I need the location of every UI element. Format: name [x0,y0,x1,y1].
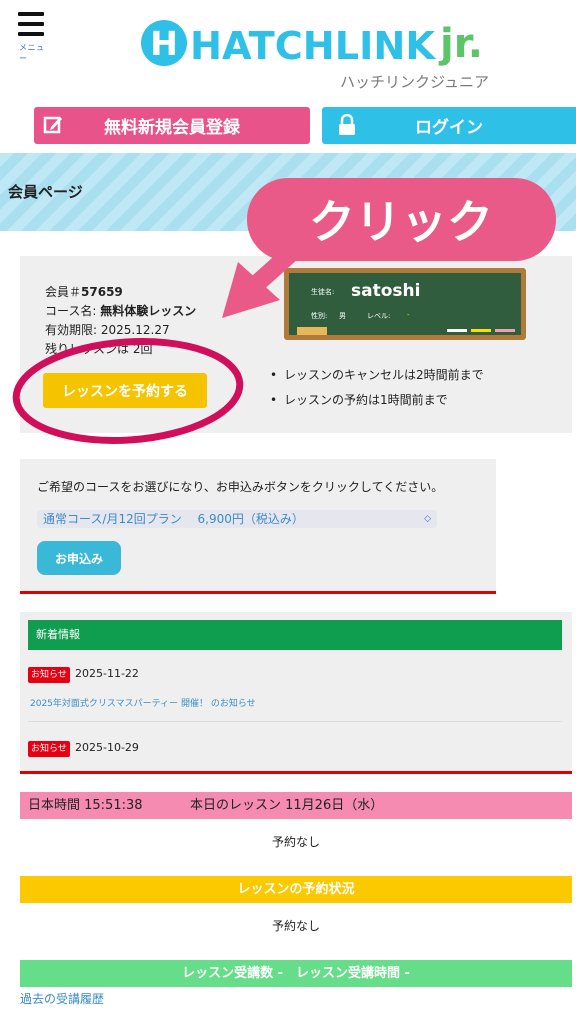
hatchlink-logo[interactable]: H HATCHLINK jr. ハッチリンクジュニア [140,10,520,96]
free-register-button[interactable]: 無料新規会員登録 [34,107,310,144]
course-name-value: 無料体験レッスン [100,304,197,318]
chevron-updown-icon: ◇ [424,514,431,524]
course-name-row: コース名: 無料体験レッスン [45,302,196,319]
level-label: レベル: [367,312,391,320]
remaining-label: 残りレッスンは [45,342,130,356]
login-label: ログイン [415,118,483,138]
gender-value: 男 [339,312,346,320]
news-date: 2025-11-22 [75,667,139,680]
time-bar: 日本時間 15:51:38 本日のレッスン 11月26日（水） [20,792,572,819]
page-title: 会員ページ [8,183,83,201]
chalk-white [447,329,467,332]
member-id-row: 会員＃57659 [45,283,123,300]
menu-label: メニュー [19,43,45,63]
hamburger-bar [18,22,44,26]
lock-icon [339,114,355,135]
expiry-label: 有効期限: [45,323,98,337]
rule-cancel: レッスンのキャンセルは2時間前まで [270,366,484,383]
news-badge: お知らせ [28,741,70,757]
level-value: - [407,311,410,319]
expiry-value: 2025.12.27 [100,323,170,337]
member-id-value: 57659 [81,285,123,299]
login-button[interactable]: ログイン [322,107,576,144]
logo-suffix: jr. [438,21,483,67]
chalk-pink [495,329,515,332]
student-name-label: 生徒名: [311,288,335,296]
course-selected-value: 通常コース/月12回プラン 6,900円（税込み） [43,512,304,526]
reservation-status-heading: レッスンの予約状況 [20,876,572,903]
header: メニュー H HATCHLINK jr. ハッチリンクジュニア [0,0,576,100]
course-select-dropdown[interactable]: 通常コース/月12回プラン 6,900円（税込み） ◇ [37,510,437,528]
remaining-value: 2回 [132,342,153,356]
course-description: ご希望のコースをお選びになり、お申込みボタンをクリックしてください。 [37,480,444,494]
lesson-rules-list: レッスンのキャンセルは2時間前まで レッスンの予約は1時間前まで [270,366,484,416]
board-eraser [297,327,327,335]
today-lesson-none: 予約なし [271,835,320,849]
news-date: 2025-10-29 [75,741,139,754]
edit-icon [43,116,62,134]
rule-reserve: レッスンの予約は1時間前まで [270,391,484,408]
logo-kana: ハッチリンクジュニア [340,73,489,91]
course-name-label: コース名: [45,304,97,318]
logo-text: HATCHLINK [190,24,437,68]
apply-button[interactable]: お申込み [37,541,121,575]
hamburger-bar [18,32,44,36]
expiry-row: 有効期限: 2025.12.27 [45,321,170,338]
member-id-label: 会員＃ [45,285,82,299]
lesson-count-heading: レッスン受講数 - レッスン受講時間 - [20,960,572,987]
hamburger-menu-button[interactable]: メニュー [18,12,52,63]
reserve-lesson-button[interactable]: レッスンを予約する [43,373,207,408]
today-lesson-label: 本日のレッスン 11月26日（水） [190,798,384,813]
chalk-yellow [471,329,491,332]
news-divider [28,721,562,722]
student-name: satoshi [351,281,421,301]
reservation-status-none: 予約なし [271,919,320,933]
japan-time: 日本時間 15:51:38 [28,798,143,813]
gender-label: 性別: [311,312,328,320]
logo-initial: H [150,24,178,63]
course-select-panel: ご希望のコースをお選びになり、お申込みボタンをクリックしてください。 通常コース… [20,459,496,594]
news-heading: 新着情報 [28,620,562,650]
member-card: 会員＃57659 コース名: 無料体験レッスン 有効期限: 2025.12.27… [20,256,572,433]
remaining-row: 残りレッスンは 2回 [45,340,152,357]
lesson-history-link[interactable]: 過去の受講履歴 [20,990,104,1007]
student-chalkboard: 生徒名: satoshi 性別: 男 レベル: - [284,268,526,340]
news-title-link[interactable]: 2025年対面式クリスマスパーティー 開催！ のお知らせ [30,696,256,709]
hamburger-bar [18,12,44,16]
member-page-banner: 会員ページ [0,153,576,231]
news-badge: お知らせ [28,667,70,683]
news-panel: 新着情報 お知らせ 2025-11-22 2025年対面式クリスマスパーティー … [20,612,572,774]
register-label: 無料新規会員登録 [104,118,240,138]
